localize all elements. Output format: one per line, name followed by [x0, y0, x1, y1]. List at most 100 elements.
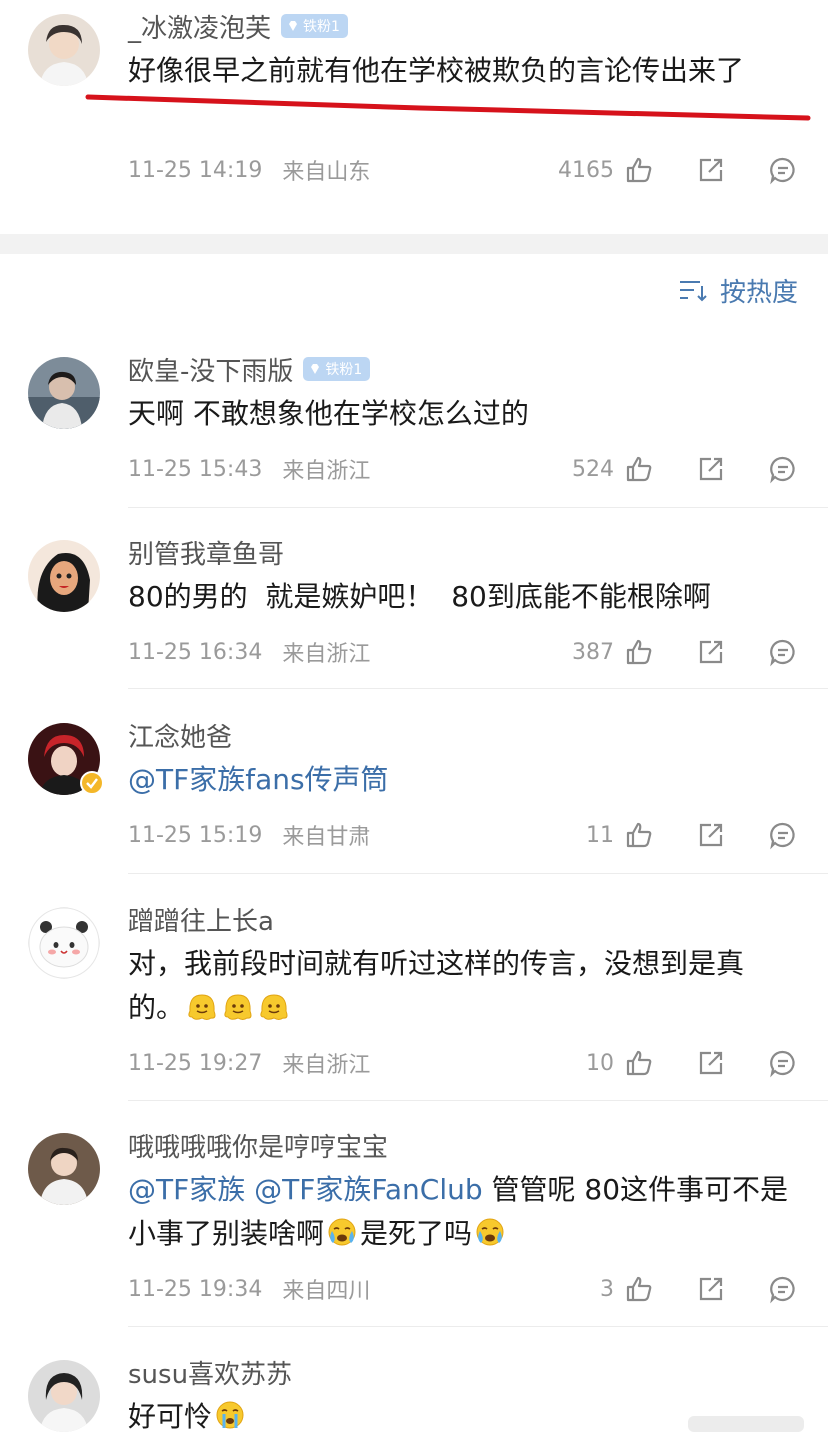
- divider: [128, 873, 828, 874]
- meta-row: 11-25 19:34 来自四川 3: [128, 1272, 798, 1306]
- avatar[interactable]: [28, 14, 100, 86]
- comment-text: 天啊 不敢想象他在学校怎么过的: [128, 397, 529, 430]
- comment-icon[interactable]: [768, 637, 798, 667]
- meta-row: 11-25 15:19 来自甘肃 11: [128, 818, 798, 852]
- section-divider: [0, 234, 828, 254]
- thumbs-up-icon[interactable]: [624, 637, 654, 667]
- sort-icon: [679, 280, 707, 301]
- crying-face-emoji-icon: [476, 1218, 504, 1246]
- divider: [128, 507, 828, 508]
- user-row: susu喜欢苏苏: [128, 1354, 292, 1391]
- mention-link[interactable]: @TF家族fans传声筒: [128, 763, 389, 796]
- share-icon[interactable]: [696, 155, 726, 185]
- like-count: 524: [572, 456, 614, 482]
- comment-text-content: 是死了吗: [360, 1217, 473, 1250]
- location: 来自甘肃: [282, 825, 371, 850]
- username[interactable]: 哦哦哦哦你是哼哼宝宝: [128, 1127, 388, 1164]
- user-row: 哦哦哦哦你是哼哼宝宝: [128, 1127, 388, 1164]
- actions: 387: [572, 635, 798, 669]
- actions: 10: [586, 1046, 798, 1080]
- username[interactable]: 欧皇-没下雨版: [128, 351, 293, 388]
- verified-icon: [80, 771, 104, 795]
- diamond-icon: [311, 364, 320, 374]
- timestamp: 11-25 19:27: [128, 1050, 263, 1076]
- comment-text-content: 好可怜: [128, 1400, 213, 1433]
- timestamp: 11-25 14:19: [128, 157, 263, 183]
- meta-row: 11-25 14:19 来自山东 4165: [128, 153, 798, 187]
- thumbs-up-icon[interactable]: [624, 820, 654, 850]
- avatar[interactable]: [28, 907, 100, 979]
- meta-row: 11-25 16:34 来自浙江 387: [128, 635, 798, 669]
- comment-text: 80的男的 就是嫉妒吧！ 80到底能不能根除啊: [128, 580, 711, 613]
- actions: 11: [586, 818, 798, 852]
- melting-face-emoji-icon: [260, 994, 288, 1020]
- user-row: 欧皇-没下雨版 铁粉1: [128, 351, 371, 388]
- loudly-crying-emoji-icon: [216, 1401, 244, 1429]
- like-count: 11: [586, 822, 614, 848]
- watermark: [688, 1416, 804, 1432]
- like-count: 4165: [558, 157, 614, 183]
- avatar[interactable]: [28, 723, 104, 795]
- timestamp: 11-25 15:43: [128, 456, 263, 482]
- fan-badge: 铁粉1: [281, 14, 348, 38]
- diamond-icon: [289, 21, 298, 31]
- comment-icon[interactable]: [768, 155, 798, 185]
- comment-icon[interactable]: [768, 454, 798, 484]
- share-icon[interactable]: [696, 1274, 726, 1304]
- comment-text: @TF家族 @TF家族FanClub 管管呢 80这件事可不是小事了别装啥啊 是死…: [128, 1168, 798, 1256]
- thumbs-up-icon[interactable]: [624, 1274, 654, 1304]
- melting-face-emoji-icon: [188, 994, 216, 1020]
- username[interactable]: 蹭蹭往上长a: [128, 901, 274, 938]
- username[interactable]: 别管我章鱼哥: [128, 534, 284, 571]
- username[interactable]: _冰激凌泡芙: [128, 8, 271, 45]
- location: 来自浙江: [282, 1053, 371, 1078]
- badge-label: 铁粉1: [303, 19, 340, 35]
- meta-row: 11-25 19:27 来自浙江 10: [128, 1046, 798, 1080]
- avatar[interactable]: [28, 540, 100, 612]
- crying-face-emoji-icon: [328, 1218, 356, 1246]
- actions: 524: [572, 452, 798, 486]
- fan-badge: 铁粉1: [303, 357, 371, 381]
- sort-control[interactable]: 按热度: [678, 272, 798, 309]
- username[interactable]: 江念她爸: [128, 717, 232, 754]
- location: 来自山东: [282, 160, 371, 185]
- actions: 4165: [558, 153, 798, 187]
- thumbs-up-icon[interactable]: [624, 454, 654, 484]
- thumbs-up-icon[interactable]: [624, 155, 654, 185]
- comment-icon[interactable]: [768, 1048, 798, 1078]
- avatar[interactable]: [28, 1360, 100, 1432]
- thumbs-up-icon[interactable]: [624, 1048, 654, 1078]
- divider: [128, 688, 828, 689]
- username[interactable]: susu喜欢苏苏: [128, 1354, 292, 1391]
- meta-row: 11-25 15:43 来自浙江 524: [128, 452, 798, 486]
- timestamp: 11-25 15:19: [128, 822, 263, 848]
- comment-text: 好像很早之前就有他在学校被欺负的言论传出来了: [128, 54, 745, 87]
- like-count: 3: [600, 1276, 614, 1302]
- comment-text: 对，我前段时间就有听过这样的传言，没想到是真的。: [128, 942, 798, 1030]
- avatar[interactable]: [28, 357, 100, 429]
- user-row: 别管我章鱼哥: [128, 534, 284, 571]
- comment-icon[interactable]: [768, 1274, 798, 1304]
- divider: [128, 1100, 828, 1101]
- like-count: 10: [586, 1050, 614, 1076]
- user-row: _冰激凌泡芙 铁粉1: [128, 8, 348, 45]
- timestamp: 11-25 19:34: [128, 1276, 263, 1302]
- mention-link[interactable]: @TF家族FanClub: [254, 1173, 483, 1206]
- mention-link[interactable]: @TF家族: [128, 1173, 245, 1206]
- comment-icon[interactable]: [768, 820, 798, 850]
- melting-face-emoji-icon: [224, 994, 252, 1020]
- share-icon[interactable]: [696, 637, 726, 667]
- location: 来自浙江: [282, 642, 371, 667]
- share-icon[interactable]: [696, 820, 726, 850]
- location: 来自四川: [282, 1279, 371, 1304]
- like-count: 387: [572, 639, 614, 665]
- comment-text: @TF家族fans传声筒: [128, 758, 798, 802]
- user-row: 蹭蹭往上长a: [128, 901, 274, 938]
- share-icon[interactable]: [696, 454, 726, 484]
- user-row: 江念她爸: [128, 717, 232, 754]
- badge-label: 铁粉1: [325, 362, 363, 378]
- share-icon[interactable]: [696, 1048, 726, 1078]
- timestamp: 11-25 16:34: [128, 639, 263, 665]
- sort-label: 按热度: [719, 278, 798, 308]
- avatar[interactable]: [28, 1133, 100, 1205]
